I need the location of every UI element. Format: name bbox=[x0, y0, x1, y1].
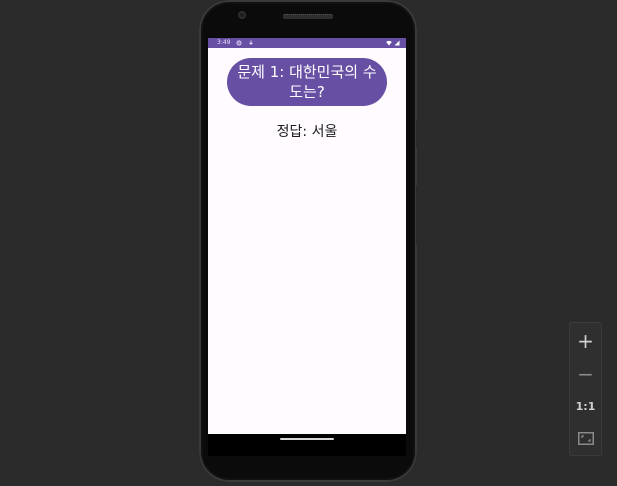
emulator-canvas: 3:49 문제 1: 대한민국의 수도는? 정답: 서울 + − 1:1 bbox=[0, 0, 617, 486]
zoom-out-icon: − bbox=[577, 362, 594, 386]
fit-screen-icon bbox=[577, 431, 594, 445]
zoom-fit-button[interactable] bbox=[570, 422, 601, 454]
answer-text: 정답: 서울 bbox=[276, 124, 338, 140]
signal-icon bbox=[394, 40, 400, 46]
status-bar: 3:49 bbox=[208, 38, 406, 48]
home-gesture-bar[interactable] bbox=[280, 438, 334, 440]
gesture-navigation-area bbox=[208, 434, 406, 456]
front-camera-icon bbox=[238, 11, 246, 19]
zoom-reset-label: 1:1 bbox=[575, 399, 596, 413]
question-button[interactable]: 문제 1: 대한민국의 수도는? bbox=[227, 58, 387, 106]
settings-icon bbox=[237, 40, 242, 46]
download-icon bbox=[249, 40, 254, 45]
status-time: 3:49 bbox=[217, 39, 231, 46]
wifi-icon bbox=[386, 40, 392, 46]
power-button[interactable] bbox=[416, 185, 419, 245]
earpiece-speaker bbox=[283, 14, 333, 19]
phone-device-frame: 3:49 문제 1: 대한민국의 수도는? 정답: 서울 bbox=[199, 0, 419, 482]
zoom-controls-panel: + − 1:1 bbox=[569, 322, 602, 456]
volume-button[interactable] bbox=[416, 120, 419, 148]
zoom-in-icon: + bbox=[577, 329, 594, 353]
zoom-in-button[interactable]: + bbox=[570, 325, 601, 357]
device-screen: 3:49 문제 1: 대한민국의 수도는? 정답: 서울 bbox=[208, 38, 406, 434]
zoom-reset-button[interactable]: 1:1 bbox=[570, 390, 601, 422]
zoom-out-button[interactable]: − bbox=[570, 358, 601, 390]
